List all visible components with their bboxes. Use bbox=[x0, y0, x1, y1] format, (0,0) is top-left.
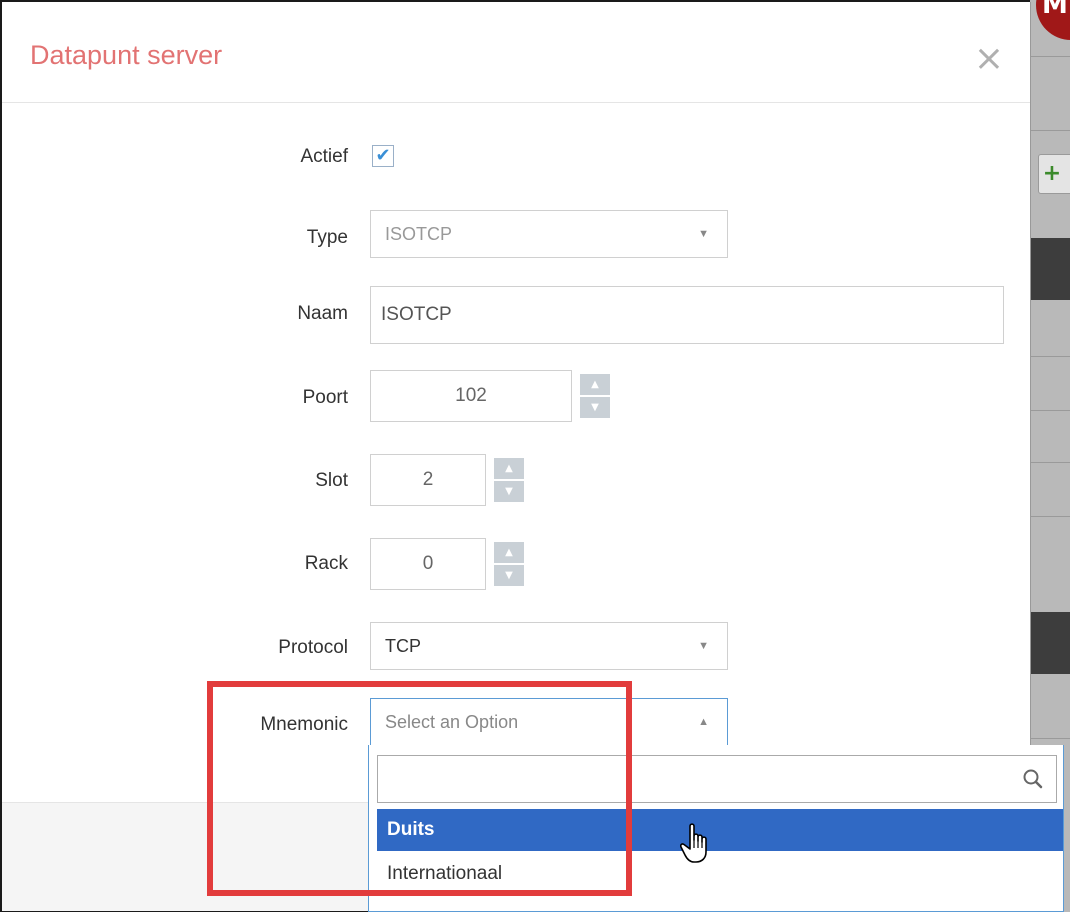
slot-label: Slot bbox=[315, 470, 348, 491]
slot-decrement-button[interactable]: ▼ bbox=[494, 481, 524, 502]
rack-decrement-button[interactable]: ▼ bbox=[494, 565, 524, 586]
bg-divider bbox=[1030, 462, 1070, 463]
mnemonic-label: Mnemonic bbox=[260, 714, 348, 735]
protocol-label: Protocol bbox=[278, 637, 348, 658]
rack-increment-button[interactable]: ▲ bbox=[494, 542, 524, 563]
bg-divider bbox=[1030, 356, 1070, 357]
poort-decrement-button[interactable]: ▼ bbox=[580, 397, 610, 418]
mnemonic-dropdown: Duits Internationaal bbox=[368, 745, 1064, 912]
slot-input[interactable]: 2 bbox=[370, 454, 486, 506]
slot-spinner: ▲ ▼ bbox=[494, 458, 524, 502]
close-icon[interactable]: × bbox=[972, 41, 1006, 77]
poort-label: Poort bbox=[302, 387, 348, 408]
naam-label: Naam bbox=[297, 303, 348, 324]
modal-title: Datapunt server bbox=[30, 40, 223, 70]
chevron-up-icon: ▲ bbox=[698, 716, 709, 728]
hand-pointer-cursor bbox=[680, 823, 707, 863]
add-button[interactable]: + bbox=[1038, 154, 1070, 194]
bg-divider bbox=[1030, 130, 1070, 131]
search-icon bbox=[1023, 769, 1043, 789]
bg-divider bbox=[1030, 516, 1070, 517]
mnemonic-search-input[interactable] bbox=[377, 755, 1057, 803]
bg-divider bbox=[1030, 410, 1070, 411]
option-internationaal[interactable]: Internationaal bbox=[377, 853, 1063, 895]
protocol-value: TCP bbox=[385, 636, 421, 656]
naam-input[interactable]: ISOTCP bbox=[370, 286, 1004, 344]
bg-dark-row bbox=[1030, 238, 1070, 300]
actief-checkbox[interactable]: ✔ bbox=[372, 145, 394, 167]
slot-increment-button[interactable]: ▲ bbox=[494, 458, 524, 479]
mnemonic-placeholder: Select an Option bbox=[385, 712, 519, 732]
rack-spinner: ▲ ▼ bbox=[494, 542, 524, 586]
mnemonic-select[interactable]: Select an Option ▲ bbox=[370, 698, 728, 746]
checkmark-icon: ✔ bbox=[375, 145, 391, 166]
type-value: ISOTCP bbox=[385, 224, 453, 244]
protocol-select[interactable]: TCP ▼ bbox=[370, 622, 728, 670]
rack-label: Rack bbox=[304, 553, 348, 574]
bg-divider bbox=[1030, 56, 1070, 57]
bg-divider bbox=[1030, 738, 1070, 739]
poort-input[interactable]: 102 bbox=[370, 370, 572, 422]
poort-increment-button[interactable]: ▲ bbox=[580, 374, 610, 395]
actief-label: Actief bbox=[300, 146, 348, 167]
type-label: Type bbox=[306, 227, 348, 248]
option-duits[interactable]: Duits bbox=[377, 809, 1063, 851]
poort-spinner: ▲ ▼ bbox=[580, 374, 610, 418]
modal-header: Datapunt server × bbox=[2, 2, 1030, 103]
chevron-down-icon: ▼ bbox=[698, 640, 709, 652]
type-select[interactable]: ISOTCP ▼ bbox=[370, 210, 728, 258]
chevron-down-icon: ▼ bbox=[698, 228, 709, 240]
bg-dark-row bbox=[1030, 612, 1070, 674]
rack-input[interactable]: 0 bbox=[370, 538, 486, 590]
